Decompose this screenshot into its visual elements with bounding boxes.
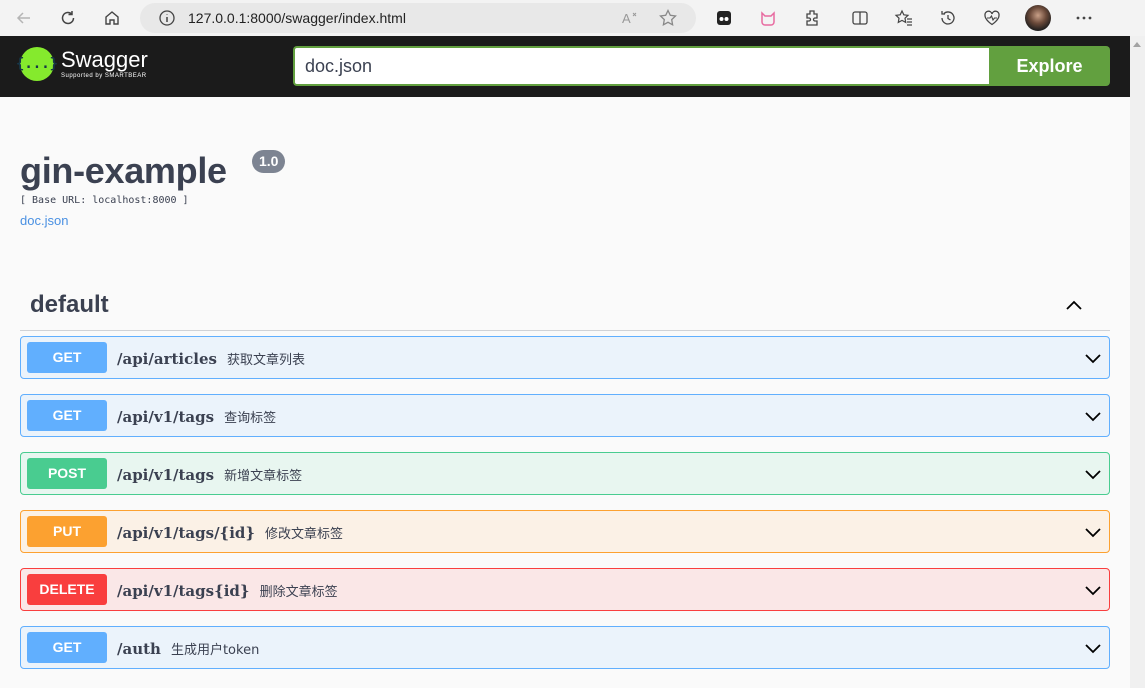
- operation-path: /api/v1/tags: [117, 408, 215, 426]
- operation-path-row: /api/articles 获取文章列表: [117, 349, 305, 368]
- favorites-icon[interactable]: [890, 4, 918, 32]
- tag-name: default: [30, 291, 109, 318]
- logo-name: Swagger: [61, 47, 148, 72]
- operation-summary: 查询标签: [224, 411, 277, 426]
- method-badge: POST: [27, 458, 107, 489]
- operation-path-row: /api/v1/tags/{id} 修改文章标签: [117, 523, 343, 542]
- swagger-topbar: {...} Swagger Supported by SMARTBEAR Exp…: [0, 36, 1130, 97]
- back-arrow-icon[interactable]: [10, 4, 38, 32]
- split-screen-icon[interactable]: [846, 4, 874, 32]
- operation-path-row: /api/v1/tags 查询标签: [117, 407, 276, 426]
- operation-get-tags[interactable]: GET /api/v1/tags 查询标签: [20, 394, 1110, 437]
- heart-pulse-icon[interactable]: [978, 4, 1006, 32]
- doc-link[interactable]: doc.json: [20, 213, 68, 228]
- method-badge: GET: [27, 632, 107, 663]
- operation-path: /api/v1/tags{id}: [117, 582, 250, 600]
- operation-path: /api/v1/tags: [117, 466, 215, 484]
- extension-icon[interactable]: [710, 4, 738, 32]
- scrollbar[interactable]: [1130, 36, 1145, 688]
- operation-path-row: /api/v1/tags 新增文章标签: [117, 465, 302, 484]
- operation-summary: 修改文章标签: [265, 527, 344, 542]
- version-badge: 1.0: [252, 150, 286, 173]
- reload-icon[interactable]: [54, 4, 82, 32]
- chevron-up-icon[interactable]: [1064, 296, 1084, 316]
- more-icon[interactable]: [1070, 4, 1098, 32]
- chevron-down-icon[interactable]: [1083, 638, 1103, 658]
- spec-url-input[interactable]: [293, 46, 989, 86]
- info-icon[interactable]: [158, 9, 176, 32]
- operation-post-tags[interactable]: POST /api/v1/tags 新增文章标签: [20, 452, 1110, 495]
- swagger-logo[interactable]: {...} Swagger Supported by SMARTBEAR: [16, 47, 148, 81]
- explore-button[interactable]: Explore: [989, 46, 1110, 86]
- svg-text:A: A: [622, 11, 631, 26]
- chevron-down-icon[interactable]: [1083, 522, 1103, 542]
- operation-path-row: /auth 生成用户token: [117, 639, 259, 658]
- chevron-down-icon[interactable]: [1083, 580, 1103, 600]
- method-badge: GET: [27, 342, 107, 373]
- avatar[interactable]: [1024, 4, 1052, 32]
- favorite-star-icon[interactable]: [658, 8, 678, 33]
- operation-delete-tag[interactable]: DELETE /api/v1/tags{id} 删除文章标签: [20, 568, 1110, 611]
- address-url[interactable]: 127.0.0.1:8000/swagger/index.html: [188, 10, 406, 26]
- extension-icon[interactable]: [798, 4, 826, 32]
- operation-path: /api/v1/tags/{id}: [117, 524, 256, 542]
- operation-path-row: /api/v1/tags{id} 删除文章标签: [117, 581, 338, 600]
- operation-get-auth[interactable]: GET /auth 生成用户token: [20, 626, 1110, 669]
- operation-get-articles[interactable]: GET /api/articles 获取文章列表: [20, 336, 1110, 379]
- method-badge: GET: [27, 400, 107, 431]
- method-badge: PUT: [27, 516, 107, 547]
- chevron-down-icon[interactable]: [1083, 348, 1103, 368]
- browser-toolbar: 127.0.0.1:8000/swagger/index.html A: [0, 0, 1145, 36]
- method-badge: DELETE: [27, 574, 107, 605]
- operation-path: /api/articles: [117, 350, 217, 368]
- read-aloud-icon[interactable]: A: [620, 8, 640, 33]
- extension-icon[interactable]: [754, 4, 782, 32]
- history-icon[interactable]: [934, 4, 962, 32]
- home-icon[interactable]: [98, 4, 126, 32]
- logo-subtitle: Supported by SMARTBEAR: [61, 73, 147, 79]
- operation-summary: 生成用户token: [170, 643, 260, 658]
- chevron-down-icon[interactable]: [1083, 406, 1103, 426]
- address-bar[interactable]: 127.0.0.1:8000/swagger/index.html A: [140, 3, 696, 33]
- operation-path: /auth: [117, 640, 161, 658]
- operation-summary: 删除文章标签: [259, 585, 338, 600]
- operation-put-tag[interactable]: PUT /api/v1/tags/{id} 修改文章标签: [20, 510, 1110, 553]
- swagger-logo-icon: {...}: [16, 47, 58, 81]
- operation-summary: 获取文章列表: [226, 353, 305, 368]
- scroll-up-icon[interactable]: [1133, 42, 1141, 47]
- operation-summary: 新增文章标签: [224, 469, 303, 484]
- base-url: [ Base URL: localhost:8000 ]: [20, 195, 189, 206]
- tag-section-header[interactable]: default: [20, 282, 1110, 331]
- api-title: gin-example: [20, 150, 227, 191]
- chevron-down-icon[interactable]: [1083, 464, 1103, 484]
